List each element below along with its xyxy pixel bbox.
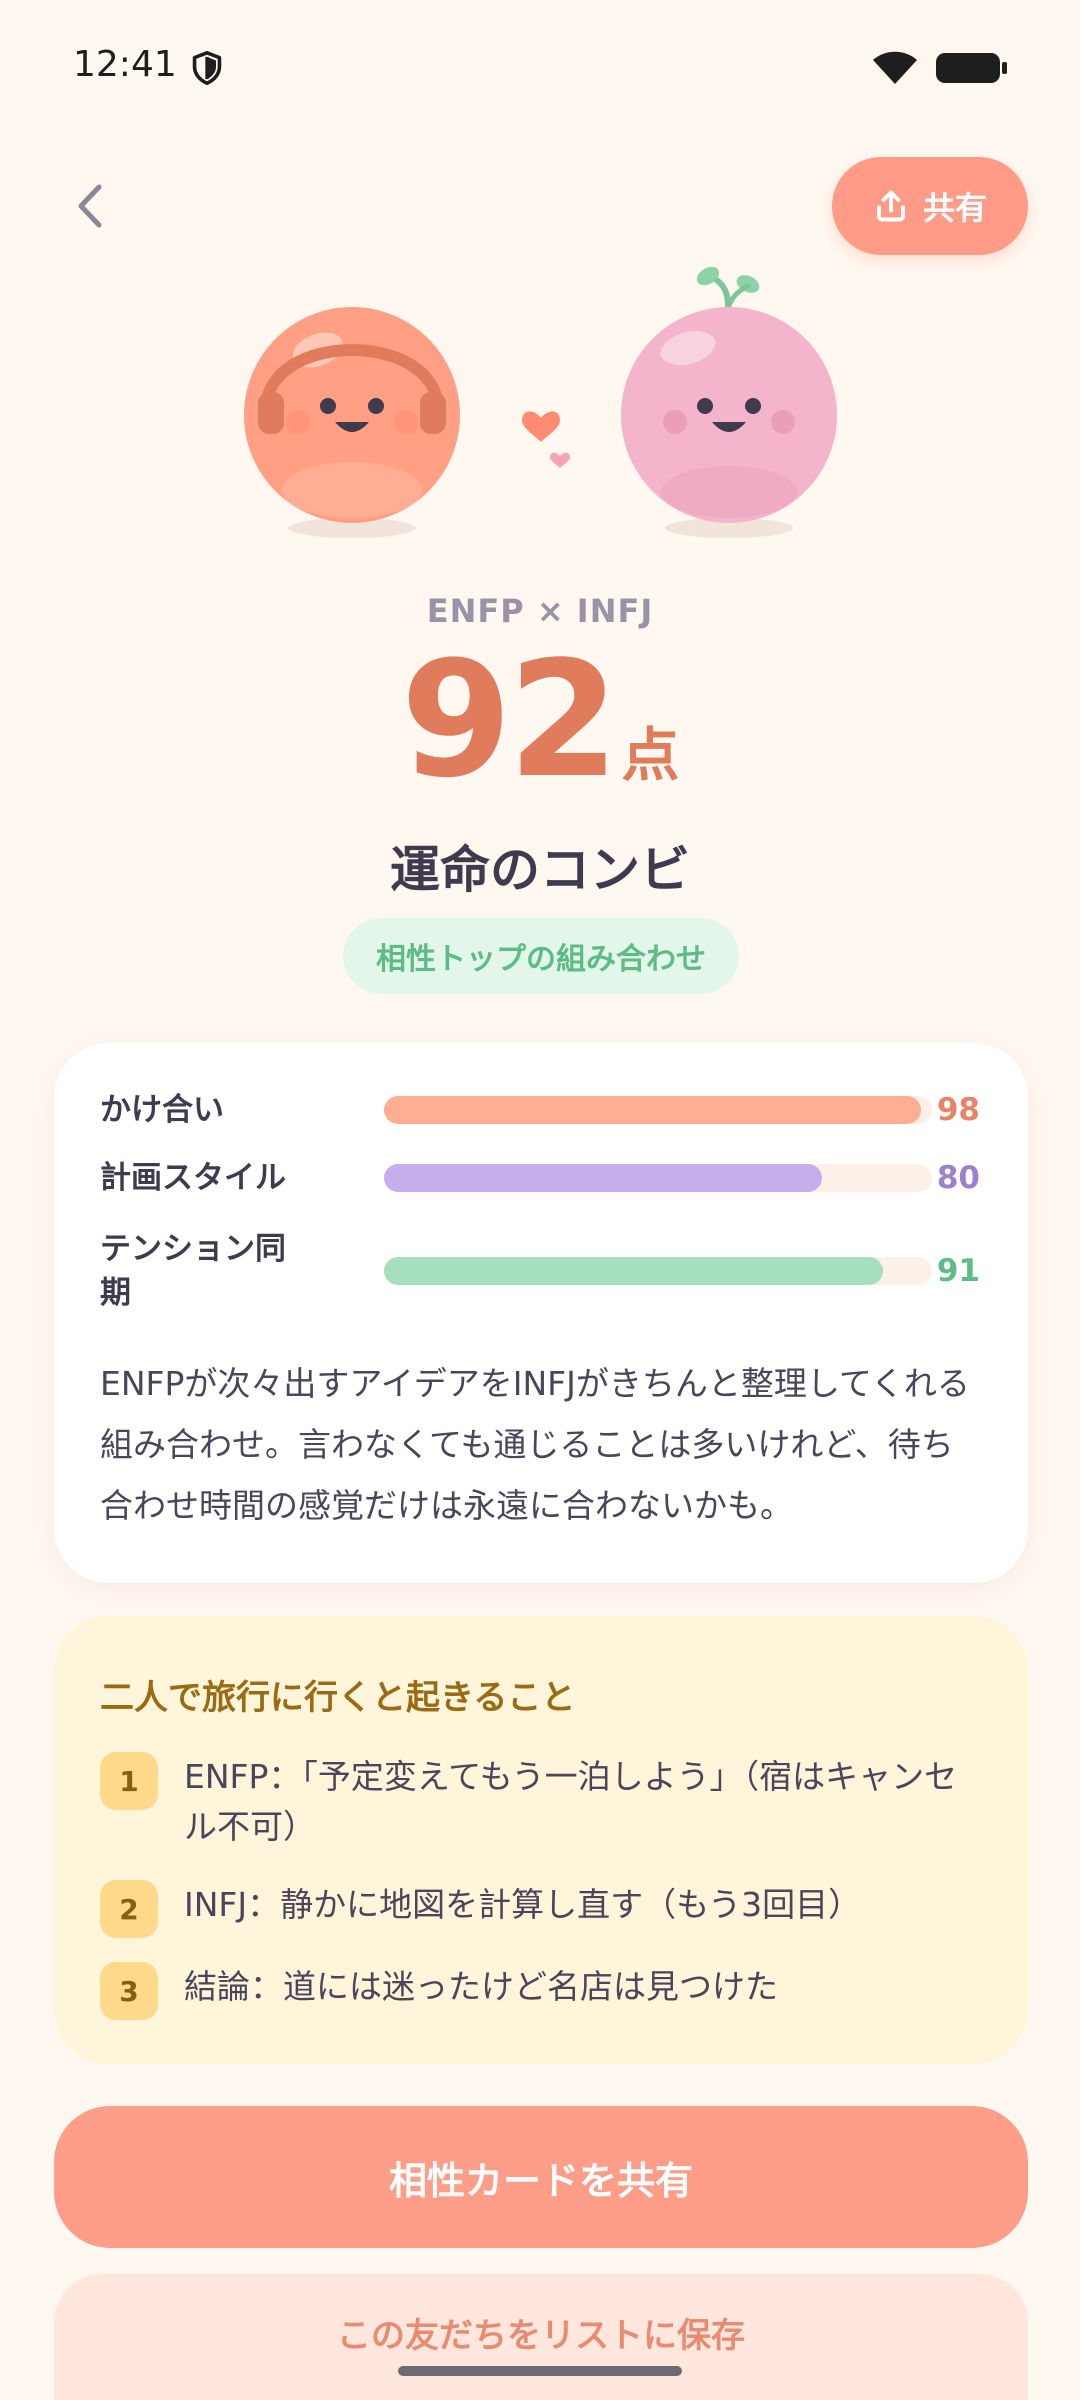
list-item-text: ENFP：「予定変えてもう一泊しよう」（宿はキャンセル不可） [184, 1757, 958, 1846]
metric-bar-track [384, 1257, 932, 1285]
score-display: 92 点 [0, 640, 1080, 800]
metric-value: 98 [936, 1092, 980, 1128]
metric-row: テンション同期 91 [100, 1223, 980, 1319]
travel-scenario-card: 二人で旅行に行くと起きること 1 ENFP：「予定変えてもう一泊しよう」（宿はキ… [54, 1616, 1028, 2064]
result-title: 運命のコンビ [390, 841, 690, 899]
metric-row: かけ合い 98 [100, 1079, 980, 1141]
status-time: 12:41 [73, 44, 177, 85]
small-heart-icon [550, 452, 570, 468]
battery-icon [936, 53, 1007, 83]
metric-label: かけ合い [100, 1092, 224, 1128]
share-card-button[interactable]: 相性カードを共有 [54, 2106, 1028, 2248]
share-button-label: 共有 [922, 189, 987, 227]
metric-value: 91 [936, 1253, 980, 1289]
list-item: 3 結論：道には迷ったけど名店は見つけた [100, 1962, 1000, 2020]
enfp-character [244, 307, 460, 523]
metric-label: テンション同期 [100, 1231, 286, 1311]
list-item-text: 結論：道には迷ったけど名店は見つけた [184, 1967, 778, 2006]
metric-bar-track [384, 1096, 932, 1124]
heart-icon [522, 411, 560, 442]
share-upload-icon [877, 190, 905, 222]
infj-character [621, 266, 837, 523]
metric-bar-track [384, 1164, 932, 1192]
metric-value: 80 [936, 1160, 980, 1196]
list-item-number: 1 [100, 1752, 158, 1810]
back-button[interactable] [58, 170, 122, 242]
compatibility-result-screen: 12:41 共有 ENFP × INFJ 92 点 運命のコンビ 相性トップの組… [0, 0, 1080, 2400]
save-friend-button[interactable]: この友だちをリストに保存 [54, 2274, 1028, 2400]
status-bar: 12:41 [0, 0, 1080, 135]
list-item: 1 ENFP：「予定変えてもう一泊しよう」（宿はキャンセル不可） [100, 1752, 1000, 1852]
list-item: 2 INFJ：静かに地図を計算し直す（もう3回目） [100, 1880, 1000, 1938]
type-matchup: ENFP × INFJ [426, 592, 654, 630]
result-badge: 相性トップの組み合わせ [343, 918, 739, 994]
home-indicator [398, 2366, 682, 2376]
character-illustration [0, 260, 1080, 550]
metric-bar-fill [384, 1257, 883, 1285]
travel-scenario-title: 二人で旅行に行くと起きること [100, 1678, 576, 1718]
share-button[interactable]: 共有 [832, 157, 1028, 255]
list-item-text: INFJ：静かに地図を計算し直す（もう3回目） [184, 1885, 862, 1924]
score-unit: 点 [621, 721, 680, 789]
metric-row: 計画スタイル 80 [100, 1147, 980, 1209]
score-number: 92 [400, 626, 620, 813]
list-item-number: 3 [100, 1962, 158, 2020]
chevron-left-icon [78, 184, 102, 228]
metric-label: 計画スタイル [100, 1160, 286, 1196]
metric-bar-fill [384, 1096, 922, 1124]
list-item-number: 2 [100, 1880, 158, 1938]
metric-bar-fill [384, 1164, 823, 1192]
shield-icon [192, 50, 222, 86]
score-breakdown-card: かけ合い 98 計画スタイル 80 テンション同期 91 ENFPが次々出すアイ… [54, 1043, 1028, 1583]
compatibility-description: ENFPが次々出すアイデアをINFJがきちんと整理してくれる組み合わせ。言わなく… [100, 1364, 970, 1525]
wifi-icon [873, 51, 917, 84]
